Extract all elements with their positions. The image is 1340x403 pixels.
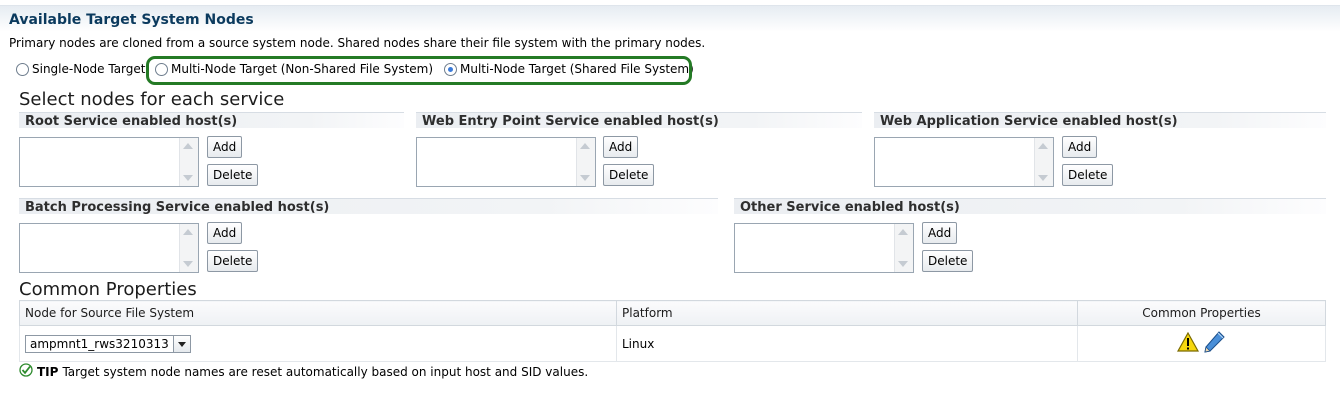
common-properties-heading: Common Properties	[19, 279, 197, 300]
check-icon	[19, 363, 33, 380]
select-nodes-heading: Select nodes for each service	[19, 89, 285, 110]
root-add-button[interactable]: Add	[207, 136, 243, 158]
scroll-up-icon[interactable]	[898, 229, 908, 235]
section-description: Primary nodes are cloned from a source s…	[9, 36, 706, 50]
platform-cell: Linux	[616, 325, 1078, 362]
other-service-host-list[interactable]	[734, 223, 914, 273]
tip-text: Target system node names are reset autom…	[62, 364, 589, 379]
scroll-down-icon[interactable]	[183, 261, 193, 267]
warning-icon[interactable]	[1176, 331, 1199, 355]
batch-service-host-list[interactable]	[19, 223, 199, 273]
scrollbar[interactable]	[179, 224, 198, 272]
web-app-host-list[interactable]	[874, 137, 1054, 187]
root-delete-button[interactable]: Delete	[207, 164, 259, 186]
table-header-row: Node for Source File System Platform Com…	[19, 300, 1326, 326]
section-title: Available Target System Nodes	[9, 12, 254, 28]
scroll-up-icon[interactable]	[183, 229, 193, 235]
select-value: ampmnt1_rws3210313	[30, 336, 169, 351]
source-node-select[interactable]: ampmnt1_rws3210313	[25, 334, 191, 353]
web-app-delete-button[interactable]: Delete	[1062, 164, 1114, 186]
chevron-down-icon[interactable]	[172, 335, 190, 352]
highlight-outline	[146, 56, 692, 85]
root-service-header: Root Service enabled host(s)	[19, 112, 404, 129]
web-entry-delete-button[interactable]: Delete	[603, 164, 655, 186]
other-add-button[interactable]: Add	[922, 222, 958, 244]
scroll-up-icon[interactable]	[1038, 143, 1048, 149]
node-cell: ampmnt1_rws3210313	[19, 325, 617, 362]
common-properties-cell	[1077, 325, 1326, 362]
batch-add-button[interactable]: Add	[207, 222, 243, 244]
table-row: ampmnt1_rws3210313 Linux	[19, 325, 1326, 362]
other-delete-button[interactable]: Delete	[922, 250, 974, 272]
web-app-service-header: Web Application Service enabled host(s)	[874, 112, 1326, 129]
scrollbar[interactable]	[1034, 138, 1053, 186]
batch-service-header: Batch Processing Service enabled host(s)	[19, 198, 718, 215]
scrollbar[interactable]	[576, 138, 595, 186]
scrollbar[interactable]	[894, 224, 913, 272]
scroll-up-icon[interactable]	[183, 143, 193, 149]
scroll-down-icon[interactable]	[183, 175, 193, 181]
column-header: Node for Source File System	[19, 300, 617, 326]
radio-button[interactable]	[16, 62, 29, 76]
common-properties-table: Node for Source File System Platform Com…	[19, 300, 1326, 362]
scroll-down-icon[interactable]	[898, 261, 908, 267]
batch-delete-button[interactable]: Delete	[207, 250, 259, 272]
tip-message: TIP Target system node names are reset a…	[19, 363, 588, 380]
web-entry-add-button[interactable]: Add	[603, 136, 639, 158]
pencil-icon[interactable]	[1202, 330, 1226, 357]
web-app-add-button[interactable]: Add	[1062, 136, 1098, 158]
scrollbar[interactable]	[179, 138, 198, 186]
other-service-header: Other Service enabled host(s)	[734, 198, 1326, 215]
root-service-host-list[interactable]	[19, 137, 199, 187]
web-entry-host-list[interactable]	[416, 137, 596, 187]
scroll-up-icon[interactable]	[580, 143, 590, 149]
radio-single-node[interactable]: Single-Node Target	[16, 62, 145, 76]
radio-label: Single-Node Target	[32, 62, 146, 76]
web-entry-service-header: Web Entry Point Service enabled host(s)	[416, 112, 862, 129]
tip-label: TIP	[37, 364, 59, 379]
scroll-down-icon[interactable]	[580, 175, 590, 181]
scroll-down-icon[interactable]	[1038, 175, 1048, 181]
column-header: Common Properties	[1077, 300, 1326, 326]
column-header: Platform	[616, 300, 1078, 326]
